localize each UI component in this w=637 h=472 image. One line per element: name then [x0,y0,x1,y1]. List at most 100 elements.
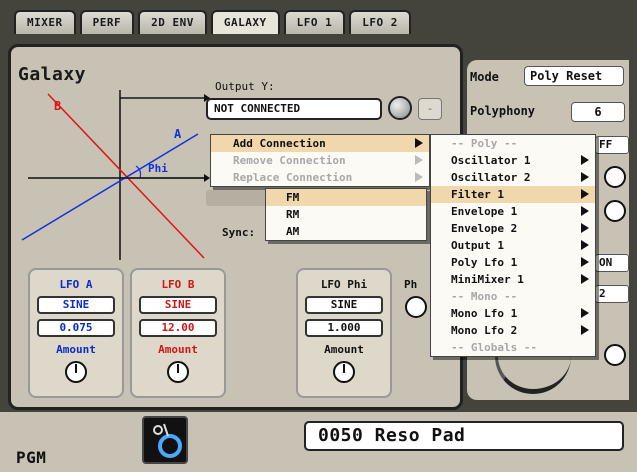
tab-lfo-1[interactable]: LFO 1 [283,10,346,34]
lfo-b-wave-select[interactable]: SINE [139,296,217,314]
tab-mixer[interactable]: MIXER [14,10,76,34]
target-item-mono-lfo-1[interactable]: Mono Lfo 1 [431,305,595,322]
modtype-item-rm[interactable]: RM [266,206,426,223]
target-item-label: Output 1 [451,239,504,252]
target-item-oscillator-2[interactable]: Oscillator 2 [431,169,595,186]
target-item-filter-1[interactable]: Filter 1 [431,186,595,203]
target-item-poly-lfo-1[interactable]: Poly Lfo 1 [431,254,595,271]
menu-item-add-connection[interactable]: Add Connection [211,135,429,152]
menu-item-replace-connection: Replace Connection [211,169,429,186]
target-item-output-1[interactable]: Output 1 [431,237,595,254]
toggle-off-field[interactable]: FF [595,136,629,154]
lfo-phi-rate-field[interactable]: 1.000 [305,319,383,337]
context-menu-targets: -- Poly -- Oscillator 1 Oscillator 2 Filter… [430,134,596,357]
target-item-globals: -- Globals -- [431,339,595,356]
submenu-arrow-icon [415,138,423,148]
phi-partial-label: Ph [404,278,418,291]
lfo-a-block: LFO A SINE 0.075 Amount [28,268,124,398]
lfo-b-amount-knob[interactable] [167,361,189,383]
modtype-item-am[interactable]: AM [266,223,426,240]
target-item-label: Oscillator 2 [451,171,531,184]
lfo-phi-title: LFO Phi [320,278,368,291]
lfo-a-wave-select[interactable]: SINE [37,296,115,314]
toggle-on-field[interactable]: ON [595,254,629,272]
polyphony-label: Polyphony [470,104,536,118]
lfo-a-amount-label: Amount [56,343,96,356]
phi-knob[interactable] [405,296,427,318]
output-connection-field[interactable]: NOT CONNECTED [206,98,382,120]
target-item-label: Filter 1 [451,188,504,201]
target-item-label: Envelope 2 [451,222,518,235]
modtype-item-label: FM [286,191,300,204]
synth-window: MIXER PERF 2D ENV GALAXY LFO 1 LFO 2 Gal… [0,0,637,472]
submenu-arrow-icon [581,274,589,284]
menu-item-remove-connection: Remove Connection [211,152,429,169]
target-item-label: Mono Lfo 1 [451,307,518,320]
target-item-poly: -- Poly -- [431,135,595,152]
lfo-b-rate-field[interactable]: 12.00 [139,319,217,337]
submenu-arrow-icon [581,308,589,318]
tab-perf[interactable]: PERF [79,10,135,34]
submenu-arrow-icon [581,172,589,182]
logo-button[interactable] [142,416,188,464]
lfo-b-block: LFO B SINE 12.00 Amount [130,268,226,398]
patch-name-field[interactable]: 0050 Reso Pad [304,421,624,451]
target-item-label: Envelope 1 [451,205,518,218]
submenu-arrow-icon [415,155,423,165]
target-item-mono: -- Mono -- [431,288,595,305]
connection-arrows [120,94,210,182]
output-knob[interactable] [388,96,412,120]
value-2-field[interactable]: 2 [595,285,629,303]
tab-lfo-2[interactable]: LFO 2 [349,10,411,34]
pgm-label: PGM [16,448,47,467]
diagram-label-b: B [54,99,61,113]
lfo-phi-wave-select[interactable]: SINE [305,296,383,314]
lfo-phi-amount-label: Amount [324,343,364,356]
lfo-a-rate-field[interactable]: 0.075 [37,319,115,337]
lfo-a-amount-knob[interactable] [65,361,87,383]
target-item-label: -- Poly -- [451,137,518,150]
polyphony-field[interactable]: 6 [571,102,625,122]
lfo-b-amount-label: Amount [158,343,198,356]
menu-item-label: Remove Connection [233,154,346,167]
tab-galaxy[interactable]: GALAXY [210,10,280,34]
tab-2d-env[interactable]: 2D ENV [138,10,207,34]
context-menu-mod-type: FM RM AM [265,188,427,241]
target-item-label: Mono Lfo 2 [451,324,518,337]
submenu-arrow-icon [415,172,423,182]
mode-label: Mode [470,70,499,84]
logo-icon [153,423,182,458]
modtype-item-fm[interactable]: FM [266,189,426,206]
target-item-label: Poly Lfo 1 [451,256,518,269]
target-item-envelope-2[interactable]: Envelope 2 [431,220,595,237]
submenu-arrow-icon [581,155,589,165]
right-knob-1[interactable] [604,166,626,188]
tab-bar: MIXER PERF 2D ENV GALAXY LFO 1 LFO 2 [14,10,411,34]
target-item-label: MiniMixer 1 [451,273,524,286]
target-item-envelope-1[interactable]: Envelope 1 [431,203,595,220]
lfo-a-title: LFO A [59,278,93,291]
sync-label: Sync: [222,226,256,239]
modtype-item-label: AM [286,225,300,238]
lfo-b-title: LFO B [161,278,195,291]
mode-select[interactable]: Poly Reset [524,66,624,86]
target-item-label: -- Mono -- [451,290,518,303]
submenu-arrow-icon [581,325,589,335]
target-item-label: Oscillator 1 [451,154,531,167]
right-knob-2[interactable] [604,200,626,222]
submenu-arrow-icon [581,257,589,267]
submenu-arrow-icon [581,240,589,250]
submenu-arrow-icon [581,223,589,233]
target-item-oscillator-1[interactable]: Oscillator 1 [431,152,595,169]
lfo-phi-block: LFO Phi SINE 1.000 Amount [296,268,392,398]
output-remove-button[interactable]: - [418,98,442,120]
right-knob-3[interactable] [604,344,626,366]
target-item-minimixer-1[interactable]: MiniMixer 1 [431,271,595,288]
submenu-arrow-icon [581,189,589,199]
submenu-arrow-icon [581,206,589,216]
target-item-mono-lfo-2[interactable]: Mono Lfo 2 [431,322,595,339]
target-item-label: -- Globals -- [451,341,538,354]
modtype-item-label: RM [286,208,300,221]
menu-item-label: Add Connection [233,137,326,150]
lfo-phi-amount-knob[interactable] [333,361,355,383]
